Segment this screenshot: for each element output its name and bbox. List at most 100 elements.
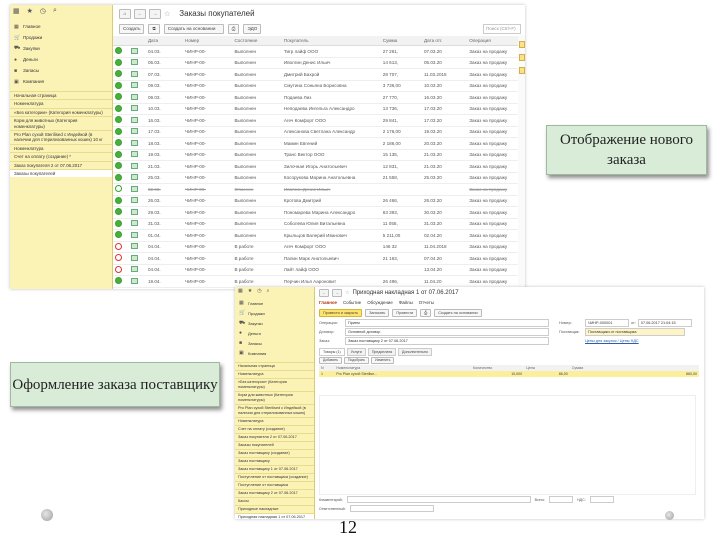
search-input[interactable]: Поиск (Ctrl+F) xyxy=(483,24,521,34)
table-row[interactable]: 02.03. ЧИНР-00- Отменен Иволгин Денис Ильич… xyxy=(113,183,525,196)
forward-icon[interactable]: → xyxy=(332,288,342,297)
table-row[interactable]: 04.04. ЧИНР-00- В работе Агеч Комфорт ООО 14… xyxy=(113,241,525,253)
post-button[interactable]: Провести xyxy=(392,308,418,317)
table-row[interactable]: 10.03. ЧИНР-00- Выполнен Неподаева Ингельга… xyxy=(113,103,525,115)
back-icon[interactable]: ← xyxy=(134,8,146,19)
open-window-item[interactable]: Начальная страница xyxy=(235,362,314,370)
menu-item[interactable]: Обсуждение xyxy=(367,300,393,305)
table-row[interactable]: 04.04. ЧИНР-00- В работе Палин Марк Анатоль… xyxy=(113,252,525,265)
open-window-item[interactable]: Приходные накладные xyxy=(235,505,314,513)
open-window-item[interactable]: Начальная страница xyxy=(10,91,112,99)
responsible-field[interactable] xyxy=(349,505,434,512)
table-row[interactable]: 04.03. ЧИНР-00- Выполнен Тигр лайф ООО 27 26… xyxy=(113,45,525,58)
table-row[interactable]: 18.03. ЧИНР-00- Выполнен Мамин Евгений 2 186… xyxy=(113,137,525,150)
order-field[interactable]: Заказ поставщику 2 от 07.06.2017 xyxy=(345,336,549,345)
sidebar-section-item[interactable]: ⛟ Закупки xyxy=(10,43,112,54)
open-window-item[interactable]: Заказ покупателя 2 от 07.06.2017 xyxy=(10,160,112,169)
operation-field[interactable]: Прием xyxy=(345,318,549,327)
search-icon[interactable]: ⌕ xyxy=(267,288,270,297)
table-row[interactable]: 01.04. ЧИНР-00- Выполнен Крыльцов Валерий И… xyxy=(113,229,525,242)
open-window-item[interactable]: «Без категории» (Категория номенклатуры) xyxy=(10,107,112,116)
sidebar-section-item[interactable]: 🛒 Продажи xyxy=(10,32,112,43)
document-tab[interactable]: Дополнительно xyxy=(398,348,432,356)
open-window-item[interactable]: Номенклатура xyxy=(10,99,112,107)
table-row[interactable]: 29.03. ЧИНР-00- Выполнен Пономарева Марина … xyxy=(113,206,525,219)
sidebar-section-item[interactable]: ▦ Главное xyxy=(235,298,314,308)
search-icon[interactable]: ⌕ xyxy=(53,7,57,19)
save-button[interactable]: Записать xyxy=(365,308,390,317)
table-row[interactable]: 19.03. ЧИНР-00- Выполнен Транс Вектор ООО 15… xyxy=(113,149,525,161)
open-window-item[interactable]: Заказы покупателей xyxy=(10,169,112,178)
home-icon[interactable]: ⌂ xyxy=(119,8,131,19)
column-header[interactable] xyxy=(113,36,130,46)
sidebar-section-item[interactable]: 🛒 Продажи xyxy=(235,308,314,318)
apps-icon[interactable]: ▦ xyxy=(13,7,20,19)
table-row[interactable]: 26.03. ЧИНР-00- Выполнен Кротова Дмитрий 26 … xyxy=(113,195,525,207)
open-window-item[interactable]: Заказ поставщику 2 от 07.06.2017 xyxy=(235,489,314,497)
document-tab[interactable]: Товары (1) xyxy=(319,348,345,356)
table-row[interactable]: 21.03. ЧИНР-00- Выполнен Зилочная Игорь Ана… xyxy=(113,160,525,173)
table-row[interactable]: 31.03. ЧИНР-00- Выполнен Соболева Юлия Вита… xyxy=(113,218,525,230)
table-row[interactable]: 09.03. ЧИНР-00- Выполнен Подаева Лиз 27 770,… xyxy=(113,91,525,104)
contract-field[interactable]: Основной договор xyxy=(345,327,549,336)
open-window-item[interactable]: Поступление от поставщика (создание) xyxy=(235,473,314,481)
open-window-item[interactable]: Корм для животных (Категория номенклатур… xyxy=(235,391,314,404)
open-window-item[interactable]: Номенклатура xyxy=(235,417,314,425)
copy-icon[interactable]: ⧉ xyxy=(148,24,160,34)
sidebar-section-item[interactable]: ⛟ Закупки xyxy=(235,318,314,328)
scrollbar[interactable] xyxy=(518,35,525,285)
open-window-item[interactable]: «Без категории» (Категория номенклатуры) xyxy=(235,378,314,391)
number-field[interactable]: ЧИНР-000001 xyxy=(585,318,629,327)
sidebar-section-item[interactable]: ■ Запасы xyxy=(235,338,314,348)
column-header[interactable]: Состояние xyxy=(232,36,282,46)
open-window-item[interactable]: Счет на оплату (создание) * xyxy=(10,152,112,160)
column-header[interactable]: Дата отг. xyxy=(421,36,468,46)
forward-icon[interactable]: → xyxy=(149,8,161,19)
column-header[interactable] xyxy=(129,36,146,46)
edo-button[interactable]: ЭДО xyxy=(243,24,262,34)
menu-item[interactable]: Событие xyxy=(343,300,361,305)
history-icon[interactable]: ◷ xyxy=(40,7,46,19)
create-on-basis-button[interactable]: Создать на основании xyxy=(163,24,224,34)
open-window-item[interactable]: Приходная накладная 1 от 07.06.2017 xyxy=(235,513,314,519)
table-row[interactable]: 07.03. ЧИНР-00- Выполнен Дмитрий Бахрой 28 7… xyxy=(113,68,525,81)
open-window-item[interactable]: Номенклатура xyxy=(235,370,314,378)
favorite-star-icon[interactable]: ☆ xyxy=(164,10,170,18)
add-button[interactable]: Добавить xyxy=(319,357,342,364)
select-button[interactable]: Подобрать xyxy=(344,357,370,364)
sidebar-section-item[interactable]: ▦ Главное xyxy=(10,21,112,32)
favorite-star-icon[interactable]: ☆ xyxy=(345,290,349,296)
menu-item[interactable]: Отчеты xyxy=(419,300,434,305)
sidebar-section-item[interactable]: ▣ Компания xyxy=(235,348,314,358)
column-header[interactable]: Дата xyxy=(145,36,184,46)
table-row[interactable]: 16.03. ЧИНР-00- Выполнен Агеч Комфорт ООО 29… xyxy=(113,114,525,127)
document-tab[interactable]: Предоплата xyxy=(367,348,396,356)
open-window-item[interactable]: Заказы покупателей xyxy=(235,441,314,449)
comment-field[interactable] xyxy=(346,496,531,503)
change-button[interactable]: Изменить xyxy=(371,357,395,364)
star-icon[interactable]: ★ xyxy=(27,7,33,19)
table-row[interactable]: 04.04. ЧИНР-00- В работе Лайт лайф ООО 13.04… xyxy=(113,264,525,276)
supplier-field[interactable]: Поставщики от поставщика xyxy=(585,327,685,336)
star-icon[interactable]: ★ xyxy=(248,288,252,297)
table-row[interactable]: 19.04. ЧИНР-00- В работе Перчин Илья Аароно… xyxy=(113,275,525,288)
open-window-item[interactable]: Pro Plan сухой Sterilised с Индейкой (в … xyxy=(235,404,314,417)
open-window-item[interactable]: Кассы xyxy=(235,497,314,505)
menu-item[interactable]: Главное xyxy=(319,300,337,305)
column-header[interactable]: Номер xyxy=(183,36,233,46)
history-icon[interactable]: ◷ xyxy=(257,288,261,297)
create-on-basis-button[interactable]: Создать на основании xyxy=(434,308,483,317)
menu-item[interactable]: Файлы xyxy=(399,300,413,305)
open-window-item[interactable]: Номенклатура xyxy=(10,143,112,152)
table-row[interactable]: 25.03. ЧИНР-00- Выполнен Косорукова Марина … xyxy=(113,172,525,184)
table-row[interactable]: 09.03. ЧИНР-00- Выполнен Смутина Соньяна Бо… xyxy=(113,80,525,92)
print-icon[interactable]: ⎙ xyxy=(227,24,240,34)
open-window-item[interactable]: Счет на оплату (создание) xyxy=(235,425,314,433)
column-header[interactable]: Операция xyxy=(467,36,525,46)
open-window-item[interactable]: Заказ покупателя 2 от 07.06.2017 xyxy=(235,433,314,441)
column-header[interactable]: Сумма xyxy=(380,36,422,46)
post-and-close-button[interactable]: Провести и закрыть xyxy=(319,308,363,317)
back-icon[interactable]: ← xyxy=(319,288,329,297)
open-window-item[interactable]: Заказ поставщику xyxy=(235,457,314,465)
open-window-item[interactable]: Корм для животных (Категория номенклатур… xyxy=(10,116,112,130)
